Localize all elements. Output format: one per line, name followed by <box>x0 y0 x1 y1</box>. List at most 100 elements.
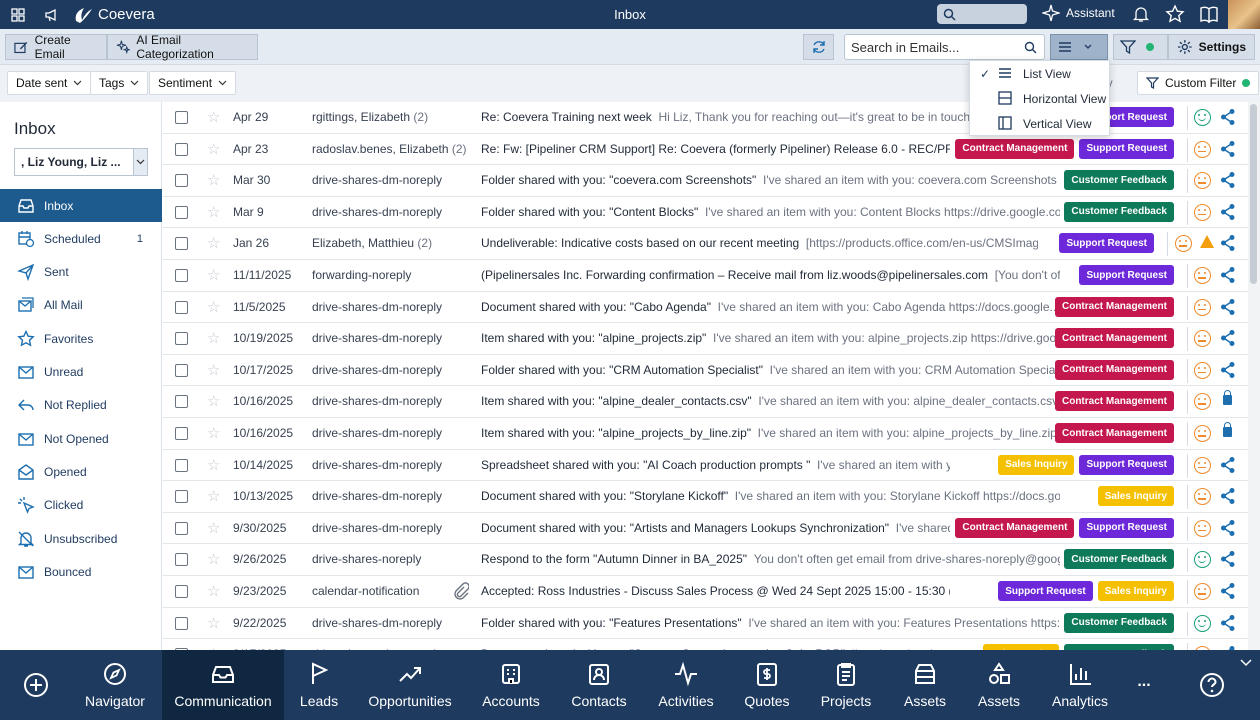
email-row[interactable]: ☆ 10/13/2025 drive-shares-dm-noreply Docum… <box>163 481 1248 513</box>
tag-badge[interactable]: Customer Feedback <box>1064 612 1174 633</box>
brand-logo[interactable]: Coevera <box>72 6 155 24</box>
tag-badge[interactable]: Customer Feedback <box>1064 170 1174 191</box>
row-checkbox[interactable] <box>175 174 188 188</box>
share-icon[interactable] <box>1220 614 1236 632</box>
sidebar-item-not-replied[interactable]: Not Replied <box>0 389 162 422</box>
tags-filter[interactable]: Tags <box>90 71 149 95</box>
row-checkbox[interactable] <box>175 458 188 472</box>
refresh-button[interactable] <box>803 34 834 60</box>
global-search[interactable] <box>937 4 1027 24</box>
email-search-input[interactable]: Search in Emails... <box>844 34 1045 60</box>
email-row[interactable]: ☆ 9/22/2025 drive-shares-dm-noreply Folder… <box>163 607 1248 640</box>
email-row[interactable]: ☆ 9/23/2025 calendar-notification Accepted… <box>163 576 1248 608</box>
share-icon[interactable] <box>1220 519 1236 537</box>
apps-grid-icon[interactable] <box>6 3 30 27</box>
tag-badge[interactable]: Support Request <box>1079 454 1174 475</box>
sidebar-item-all-mail[interactable]: All Mail <box>0 289 162 322</box>
tag-badge[interactable]: Contract Management <box>1054 296 1174 317</box>
row-checkbox[interactable] <box>175 363 188 377</box>
favorite-star-icon[interactable]: ☆ <box>207 487 220 505</box>
share-icon[interactable] <box>1220 266 1236 284</box>
row-checkbox[interactable] <box>175 521 188 535</box>
share-icon[interactable] <box>1220 456 1236 474</box>
ai-categorization-button[interactable]: AI Email Categorization <box>107 33 258 61</box>
favorite-star-icon[interactable]: ☆ <box>207 392 220 410</box>
favorite-star-icon[interactable]: ☆ <box>207 519 220 537</box>
row-checkbox[interactable] <box>175 490 188 504</box>
favorite-star-icon[interactable]: ☆ <box>207 140 220 158</box>
row-checkbox[interactable] <box>175 553 188 567</box>
sidebar-item-inbox[interactable]: Inbox <box>0 189 162 222</box>
tag-badge[interactable]: Contract Management <box>1054 359 1174 380</box>
row-checkbox[interactable] <box>175 427 188 440</box>
bottom-nav-leads[interactable]: Leads <box>290 650 348 720</box>
email-row[interactable]: ☆ Mar 9 drive-shares-dm-noreply Folder sha… <box>163 196 1248 229</box>
favorite-star-icon[interactable]: ☆ <box>207 266 220 284</box>
date-sent-filter[interactable]: Date sent <box>7 71 92 95</box>
row-checkbox[interactable] <box>175 237 188 251</box>
bottom-nav-quotes[interactable]: Quotes <box>735 650 799 720</box>
email-row[interactable]: ☆ 11/5/2025 drive-shares-dm-noreply Docume… <box>163 291 1248 324</box>
tag-badge[interactable]: Sales Inquiry <box>998 454 1075 475</box>
email-row[interactable]: ☆ Mar 30 drive-shares-dm-noreply Folder sh… <box>163 165 1248 197</box>
tag-badge[interactable]: Support Request <box>1079 517 1174 538</box>
email-row[interactable]: ☆ 9/30/2025 drive-shares-dm-noreply Docume… <box>163 512 1248 545</box>
share-icon[interactable] <box>1220 171 1236 189</box>
bottom-nav-help[interactable] <box>1186 650 1238 720</box>
tag-badge[interactable]: Contract Management <box>1054 423 1174 443</box>
sidebar-item-unread[interactable]: Unread <box>0 356 162 389</box>
tag-badge[interactable]: Contract Management <box>1054 391 1174 412</box>
row-checkbox[interactable] <box>175 205 188 219</box>
tag-badge[interactable]: Support Request <box>1079 265 1174 285</box>
menu-item-list-view[interactable]: ✓ List View <box>970 61 1111 86</box>
tag-badge[interactable]: Sales Inquiry <box>1097 486 1174 507</box>
email-row[interactable]: ☆ 9/26/2025 drive-shares-noreply Respond t… <box>163 544 1248 576</box>
share-icon[interactable] <box>1220 329 1236 347</box>
favorite-star-icon[interactable]: ☆ <box>207 550 220 568</box>
favorite-star-icon[interactable]: ☆ <box>207 203 220 221</box>
share-icon[interactable] <box>1220 298 1236 316</box>
bottom-nav-navigator[interactable]: Navigator <box>84 650 146 720</box>
row-checkbox[interactable] <box>175 300 188 314</box>
row-checkbox[interactable] <box>175 142 188 156</box>
favorite-star-icon[interactable]: ☆ <box>207 361 220 379</box>
bell-icon[interactable] <box>1129 3 1153 25</box>
row-checkbox[interactable] <box>175 269 188 282</box>
sidebar-item-opened[interactable]: Opened <box>0 455 162 488</box>
create-email-button[interactable]: Create Email <box>5 33 107 61</box>
view-mode-dropdown[interactable] <box>1050 34 1108 60</box>
scrollbar-thumb[interactable] <box>1250 104 1257 284</box>
tag-badge[interactable]: Customer Feedback <box>1064 549 1174 570</box>
assistant-button[interactable]: Assistant <box>1042 4 1115 22</box>
row-checkbox[interactable] <box>175 111 188 124</box>
favorite-star-icon[interactable]: ☆ <box>207 582 220 600</box>
bottom-nav-assets[interactable]: Assets <box>965 650 1033 720</box>
share-icon[interactable] <box>1220 582 1236 600</box>
share-icon[interactable] <box>1220 108 1236 126</box>
user-avatar[interactable] <box>1228 0 1260 29</box>
bottom-nav-plus-circle[interactable] <box>10 650 62 720</box>
favorite-star-icon[interactable]: ☆ <box>207 614 220 632</box>
sentiment-filter[interactable]: Sentiment <box>149 71 237 95</box>
sidebar-item-favorites[interactable]: Favorites <box>0 322 162 355</box>
share-icon[interactable] <box>1220 361 1236 379</box>
email-row[interactable]: ☆ 10/16/2025 drive-shares-dm-noreply Item … <box>163 418 1248 450</box>
email-row[interactable]: ☆ Jan 26 Elizabeth, Matthieu (2) Undelivera… <box>163 228 1248 260</box>
email-row[interactable]: ☆ 10/14/2025 drive-shares-dm-noreply Sprea… <box>163 449 1248 482</box>
chevron-down-icon[interactable] <box>133 149 147 175</box>
tag-badge[interactable]: Contract Management <box>955 517 1075 538</box>
sidebar-item-clicked[interactable]: Clicked <box>0 489 162 522</box>
share-icon[interactable] <box>1220 487 1236 505</box>
bottom-nav-accounts[interactable]: Accounts <box>470 650 552 720</box>
book-icon[interactable] <box>1197 3 1221 25</box>
bottom-nav-opportunities[interactable]: Opportunities <box>360 650 460 720</box>
bottom-nav-more[interactable]: ... <box>1120 650 1168 720</box>
bottom-nav-projects[interactable]: Projects <box>812 650 880 720</box>
favorite-star-icon[interactable]: ☆ <box>207 298 220 316</box>
menu-item-vertical-view[interactable]: Vertical View <box>970 111 1111 136</box>
settings-button[interactable]: Settings <box>1168 34 1255 60</box>
email-row[interactable]: ☆ 10/17/2025 drive-shares-dm-noreply Folde… <box>163 354 1248 387</box>
bottom-nav-communication[interactable]: Communication <box>162 650 284 720</box>
share-icon[interactable] <box>1220 203 1236 221</box>
tag-badge[interactable]: Support Request <box>1079 138 1174 159</box>
